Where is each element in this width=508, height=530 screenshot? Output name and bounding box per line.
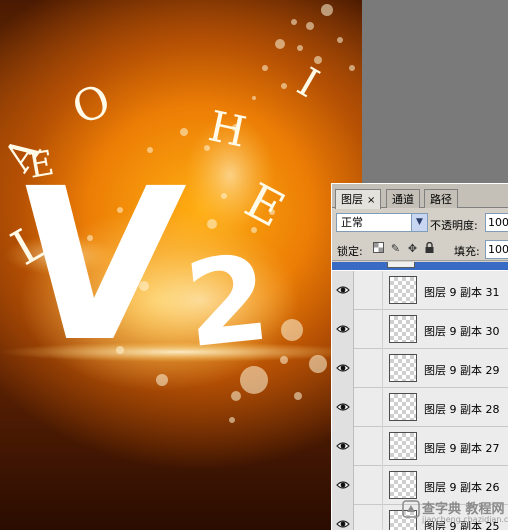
lock-image-icon[interactable]: ✎ [389, 242, 402, 255]
layer-link-cell[interactable] [355, 466, 383, 505]
eye-icon[interactable] [336, 401, 350, 413]
visibility-toggle[interactable] [332, 505, 354, 530]
lock-row: 锁定: ✎ ✥ 填充: 100% [332, 237, 508, 261]
fill-input[interactable]: 100% [485, 240, 508, 259]
blend-mode-select[interactable]: 正常 ▼ [336, 213, 428, 232]
layer-name: 图层 9 副本 26 [424, 481, 500, 494]
layer-thumbnail [389, 315, 417, 343]
visibility-toggle[interactable] [332, 427, 354, 466]
layer-thumbnail [389, 393, 417, 421]
tab-channels[interactable]: 通道 [386, 189, 420, 208]
eye-icon[interactable] [336, 440, 350, 452]
visibility-toggle[interactable] [332, 349, 354, 388]
layer-name: 图层 9 副本 27 [424, 442, 500, 455]
opacity-label: 不透明度: [430, 219, 478, 232]
canvas-artwork: A O H E I L E V 2 [0, 4, 360, 423]
layer-link-cell[interactable] [355, 505, 383, 530]
layer-thumbnail [389, 276, 417, 304]
tab-layers-label: 图层 [341, 193, 363, 206]
layer-thumbnail [387, 262, 415, 268]
canvas-logo-2: 2 [179, 228, 275, 374]
lock-position-icon[interactable]: ✥ [406, 242, 419, 255]
eye-icon[interactable] [336, 362, 350, 374]
visibility-toggle[interactable] [332, 271, 354, 310]
workspace-background [362, 0, 508, 183]
layer-row[interactable]: 图层 9 副本 29 [332, 349, 508, 388]
layer-row[interactable]: 图层 9 副本 30 [332, 310, 508, 349]
layer-row[interactable]: 图层 9 副本 25 [332, 505, 508, 530]
opacity-input[interactable]: 100% [485, 213, 508, 232]
eye-icon[interactable] [336, 323, 350, 335]
tab-paths-label: 路径 [430, 193, 452, 206]
layer-link-cell[interactable] [355, 271, 383, 310]
blend-row: 正常 ▼ 不透明度: 100% [332, 209, 508, 236]
layer-thumbnail [389, 432, 417, 460]
layer-row[interactable]: 图层 9 副本 31 [332, 271, 508, 310]
selected-layer-row[interactable] [332, 262, 508, 270]
panel-tab-bar: 图层 × 通道 路径 [332, 184, 508, 209]
layer-link-cell[interactable] [355, 349, 383, 388]
layer-link-cell[interactable] [355, 388, 383, 427]
lock-label: 锁定: [337, 245, 363, 258]
layer-row[interactable]: 图层 9 副本 28 [332, 388, 508, 427]
canvas-logo-v: V [3, 144, 191, 388]
canvas-letter-i: I [290, 59, 327, 107]
lock-all-icon[interactable] [423, 241, 436, 255]
layer-row[interactable]: 图层 9 副本 27 [332, 427, 508, 466]
eye-icon[interactable] [336, 284, 350, 296]
layer-name: 图层 9 副本 29 [424, 364, 500, 377]
lock-transparency-icon[interactable] [372, 242, 385, 255]
layer-name: 图层 9 副本 30 [424, 325, 500, 338]
layer-thumbnail [389, 510, 417, 530]
tab-channels-label: 通道 [392, 193, 414, 206]
tab-layers[interactable]: 图层 × [335, 189, 382, 209]
visibility-toggle[interactable] [332, 388, 354, 427]
visibility-toggle[interactable] [332, 310, 354, 349]
eye-icon[interactable] [336, 479, 350, 491]
layer-thumbnail [389, 354, 417, 382]
layers-panel: 图层 × 通道 路径 正常 ▼ 不透明度: 100% 锁定: ✎ ✥ 填充: 10… [331, 183, 508, 530]
layer-name: 图层 9 副本 31 [424, 286, 500, 299]
layer-link-cell[interactable] [355, 427, 383, 466]
fill-label: 填充: [454, 245, 480, 258]
chevron-down-icon[interactable]: ▼ [411, 214, 427, 231]
document-canvas[interactable]: A O H E I L E V 2 [0, 0, 362, 530]
layer-link-cell[interactable] [355, 310, 383, 349]
layer-name: 图层 9 副本 28 [424, 403, 500, 416]
visibility-toggle[interactable] [332, 466, 354, 505]
close-icon[interactable]: × [367, 195, 375, 206]
layer-name: 图层 9 副本 25 [424, 520, 500, 530]
tab-paths[interactable]: 路径 [424, 189, 458, 208]
layer-row[interactable]: 图层 9 副本 26 [332, 466, 508, 505]
layers-list[interactable]: 图层 9 副本 31 图层 9 副本 30 图层 9 副本 29 图层 9 副本 28… [332, 262, 508, 530]
layer-thumbnail [389, 471, 417, 499]
eye-icon[interactable] [336, 518, 350, 530]
blend-mode-value: 正常 [341, 216, 363, 229]
canvas-letter-o: O [66, 75, 117, 135]
